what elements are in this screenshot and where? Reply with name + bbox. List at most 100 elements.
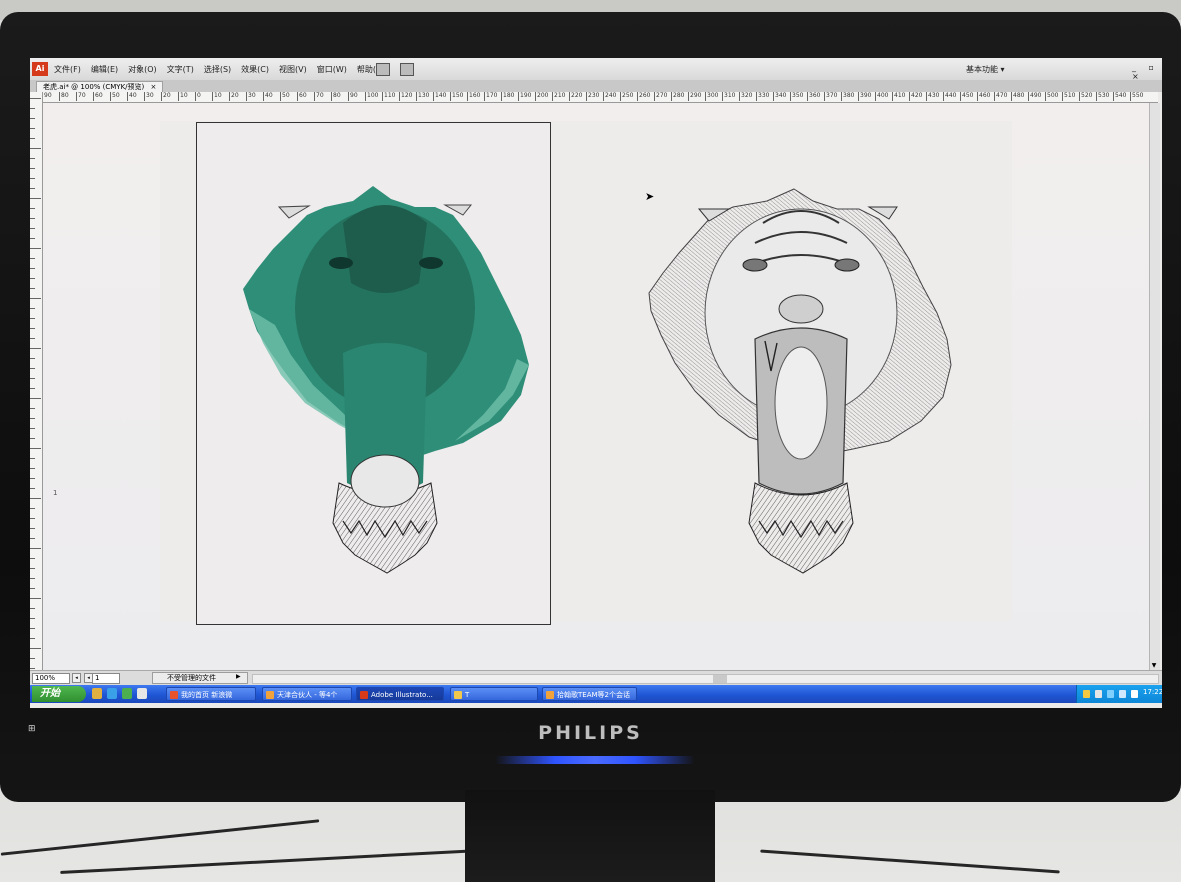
ruler-tick-label: 350	[790, 92, 804, 101]
ruler-tick-label: 270	[654, 92, 668, 101]
ruler-tick	[30, 418, 35, 419]
ruler-tick-label: 70	[76, 92, 86, 101]
bridge-icon[interactable]	[376, 63, 390, 76]
ruler-tick	[30, 388, 35, 389]
ruler-tick	[30, 648, 41, 649]
artwork-svg	[243, 186, 952, 574]
menu-item[interactable]: 文字(T)	[167, 64, 194, 75]
play-icon[interactable]: ▶	[236, 673, 241, 680]
ruler-tick-label: 380	[841, 92, 855, 101]
scroll-thumb[interactable]	[713, 675, 727, 683]
ruler-tick	[30, 108, 35, 109]
horizontal-ruler[interactable]: 90 80 70 60 50 40 30 20 10 0 10 20 30 40 50 60 70 80 90 100…	[42, 92, 1158, 103]
ruler-tick-label: 120	[399, 92, 413, 101]
ruler-tick	[30, 338, 35, 339]
ruler-tick-label: 540	[1113, 92, 1127, 101]
ruler-tick	[30, 148, 41, 149]
menu-item[interactable]: 对象(O)	[128, 64, 157, 75]
close-icon[interactable]: ×	[151, 83, 157, 91]
ruler-tick	[30, 558, 35, 559]
first-page-button[interactable]: ◂	[72, 673, 81, 683]
ruler-tick-label: 460	[977, 92, 991, 101]
menu-list: 文件(F) 编辑(E) 对象(O) 文字(T) 选择(S) 效果(C) 视图(V) 窗口(W)…	[54, 64, 385, 75]
ruler-tick-label: 160	[467, 92, 481, 101]
volume-icon[interactable]	[1119, 690, 1126, 698]
ruler-tick-label: 30	[246, 92, 256, 101]
taskbar-button[interactable]: T	[450, 687, 538, 701]
ruler-tick-label: 330	[756, 92, 770, 101]
ruler-tick	[30, 348, 41, 349]
ruler-tick-label: 140	[433, 92, 447, 101]
ruler-tick	[30, 408, 35, 409]
ruler-tick	[30, 658, 35, 659]
ruler-tick-label: 410	[892, 92, 906, 101]
illustrator-logo-icon[interactable]: Ai	[32, 62, 48, 76]
taskbar-button[interactable]: 天津合伙人 - 等4个	[262, 687, 352, 701]
tiger-illustration-sketch[interactable]	[648, 188, 952, 574]
menu-item[interactable]: 视图(V)	[279, 64, 307, 75]
ruler-tick	[30, 548, 41, 549]
quick-launch-icon[interactable]	[92, 688, 102, 699]
ruler-tick	[30, 118, 35, 119]
ruler-tick	[30, 278, 35, 279]
ruler-tick-label: 470	[994, 92, 1008, 101]
ruler-tick-label: 240	[603, 92, 617, 101]
status-text[interactable]: 不受管理的文件	[152, 672, 248, 684]
taskbar-button[interactable]: 我的首页 新浪微	[166, 687, 256, 701]
menu-item[interactable]: 效果(C)	[241, 64, 269, 75]
tray-icon[interactable]	[1083, 690, 1090, 698]
tray-icon[interactable]	[1095, 690, 1102, 698]
ruler-tick-label: 130	[416, 92, 430, 101]
window-controls[interactable]: _ ▫ ×	[1132, 63, 1162, 81]
screen: Ai 文件(F) 编辑(E) 对象(O) 文字(T) 选择(S) 效果(C) 视图(V) 窗口…	[30, 58, 1162, 708]
app-icon	[360, 691, 368, 699]
ruler-tick	[30, 578, 35, 579]
menu-item[interactable]: 窗口(W)	[317, 64, 347, 75]
zoom-select[interactable]: 100%	[32, 673, 70, 684]
browser-icon[interactable]	[107, 688, 117, 699]
ruler-tick	[30, 98, 41, 99]
ruler-tick-label: 0	[195, 92, 201, 101]
vertical-scrollbar[interactable]	[1149, 103, 1160, 670]
ime-icon[interactable]	[1131, 690, 1138, 698]
status-bar: 100% ◂ ◂ 1 不受管理的文件 ▶	[30, 670, 1162, 685]
ruler-tick-label: 260	[637, 92, 651, 101]
ruler-tick-label: 400	[875, 92, 889, 101]
ruler-tick	[30, 618, 35, 619]
menu-item[interactable]: 文件(F)	[54, 64, 81, 75]
tiger-throat	[774, 346, 828, 460]
canvas[interactable]: ➤ 1	[43, 103, 1149, 670]
mouse-cursor-icon: ➤	[645, 190, 655, 203]
tiger-illustration-colored[interactable]	[243, 186, 529, 574]
page-field[interactable]: 1	[92, 673, 120, 684]
ruler-tick	[30, 158, 35, 159]
ruler-tick-label: 20	[161, 92, 171, 101]
menu-bar: Ai 文件(F) 编辑(E) 对象(O) 文字(T) 选择(S) 效果(C) 视图(V) 窗口…	[30, 58, 1162, 81]
ruler-tick-label: 340	[773, 92, 787, 101]
app-icon	[454, 691, 462, 699]
ruler-tick	[30, 608, 35, 609]
ruler-tick-label: 10	[178, 92, 188, 101]
network-icon[interactable]	[1107, 690, 1114, 698]
menu-item[interactable]: 编辑(E)	[91, 64, 118, 75]
scroll-down-icon[interactable]: ▼	[1149, 662, 1159, 670]
vertical-ruler[interactable]	[30, 92, 43, 670]
ruler-tick-label: 360	[807, 92, 821, 101]
horizontal-scrollbar[interactable]	[252, 674, 1159, 684]
workspace-switcher[interactable]: 基本功能 ▾	[966, 64, 1005, 75]
ruler-tick	[30, 458, 35, 459]
ruler-tick-label: 310	[722, 92, 736, 101]
tiger-nose	[778, 294, 824, 324]
ruler-tick-label: 80	[331, 92, 341, 101]
chrome-icon[interactable]	[122, 688, 132, 699]
ruler-tick-label: 280	[671, 92, 685, 101]
arrange-documents-icon[interactable]	[400, 63, 414, 76]
clock[interactable]: 17:22	[1143, 688, 1162, 696]
ruler-tick	[30, 308, 35, 309]
start-button[interactable]: 开始	[32, 686, 86, 702]
taskbar-button[interactable]: Adobe Illustrato...	[356, 687, 444, 701]
menu-item[interactable]: 选择(S)	[204, 64, 231, 75]
ruler-tick-label: 200	[535, 92, 549, 101]
desktop-icon[interactable]	[137, 688, 147, 699]
taskbar-button[interactable]: 拾翰歌TEAM等2个会话	[542, 687, 637, 701]
